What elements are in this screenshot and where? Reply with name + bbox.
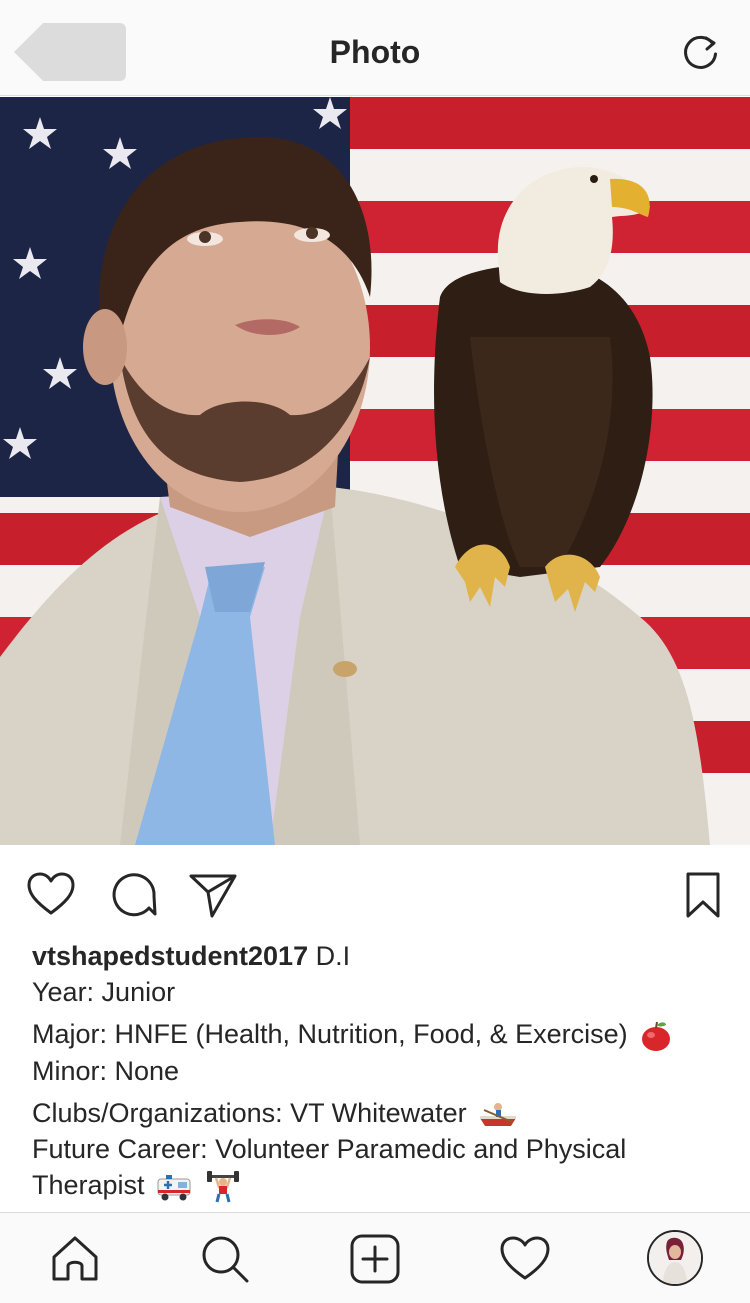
- heart-icon[interactable]: [26, 870, 76, 920]
- weightlifter-emoji: [206, 1170, 239, 1203]
- red-apple-emoji: [642, 1021, 671, 1051]
- activity-heart-icon[interactable]: [499, 1233, 551, 1285]
- caption-minor: Minor: None: [32, 1055, 180, 1086]
- top-nav-bar: Photo: [0, 0, 750, 96]
- caption-clubs: Clubs/Organizations: VT Whitewater: [32, 1097, 467, 1128]
- plus-square-icon[interactable]: [349, 1233, 401, 1285]
- refresh-icon[interactable]: [680, 30, 722, 72]
- caption-career-1: Future Career: Volunteer Paramedic and P…: [32, 1133, 627, 1164]
- home-icon[interactable]: [49, 1233, 101, 1285]
- post-caption: vtshapedstudent2017 D.I Year: Junior Maj…: [32, 938, 722, 1204]
- caption-career-2: Therapist: [32, 1169, 145, 1200]
- caption-year: Year: Junior: [32, 977, 176, 1007]
- post-username[interactable]: vtshapedstudent2017: [32, 941, 308, 971]
- comment-icon[interactable]: [108, 870, 158, 920]
- bottom-tab-bar: [0, 1212, 750, 1303]
- bookmark-icon[interactable]: [678, 870, 728, 920]
- search-icon[interactable]: [199, 1233, 251, 1285]
- send-icon[interactable]: [188, 870, 238, 920]
- rowboat-emoji: [480, 1102, 517, 1126]
- user-suffix: D.I: [315, 941, 351, 971]
- page-title: Photo: [329, 34, 421, 70]
- avatar-image: [649, 1232, 701, 1284]
- post-photo[interactable]: [0, 97, 750, 845]
- ambulance-emoji: [157, 1174, 191, 1201]
- post-action-bar: [0, 860, 750, 930]
- post-photo-image: [0, 97, 750, 845]
- caption-major: Major: HNFE (Health, Nutrition, Food, & …: [32, 1019, 628, 1049]
- profile-avatar[interactable]: [647, 1230, 703, 1286]
